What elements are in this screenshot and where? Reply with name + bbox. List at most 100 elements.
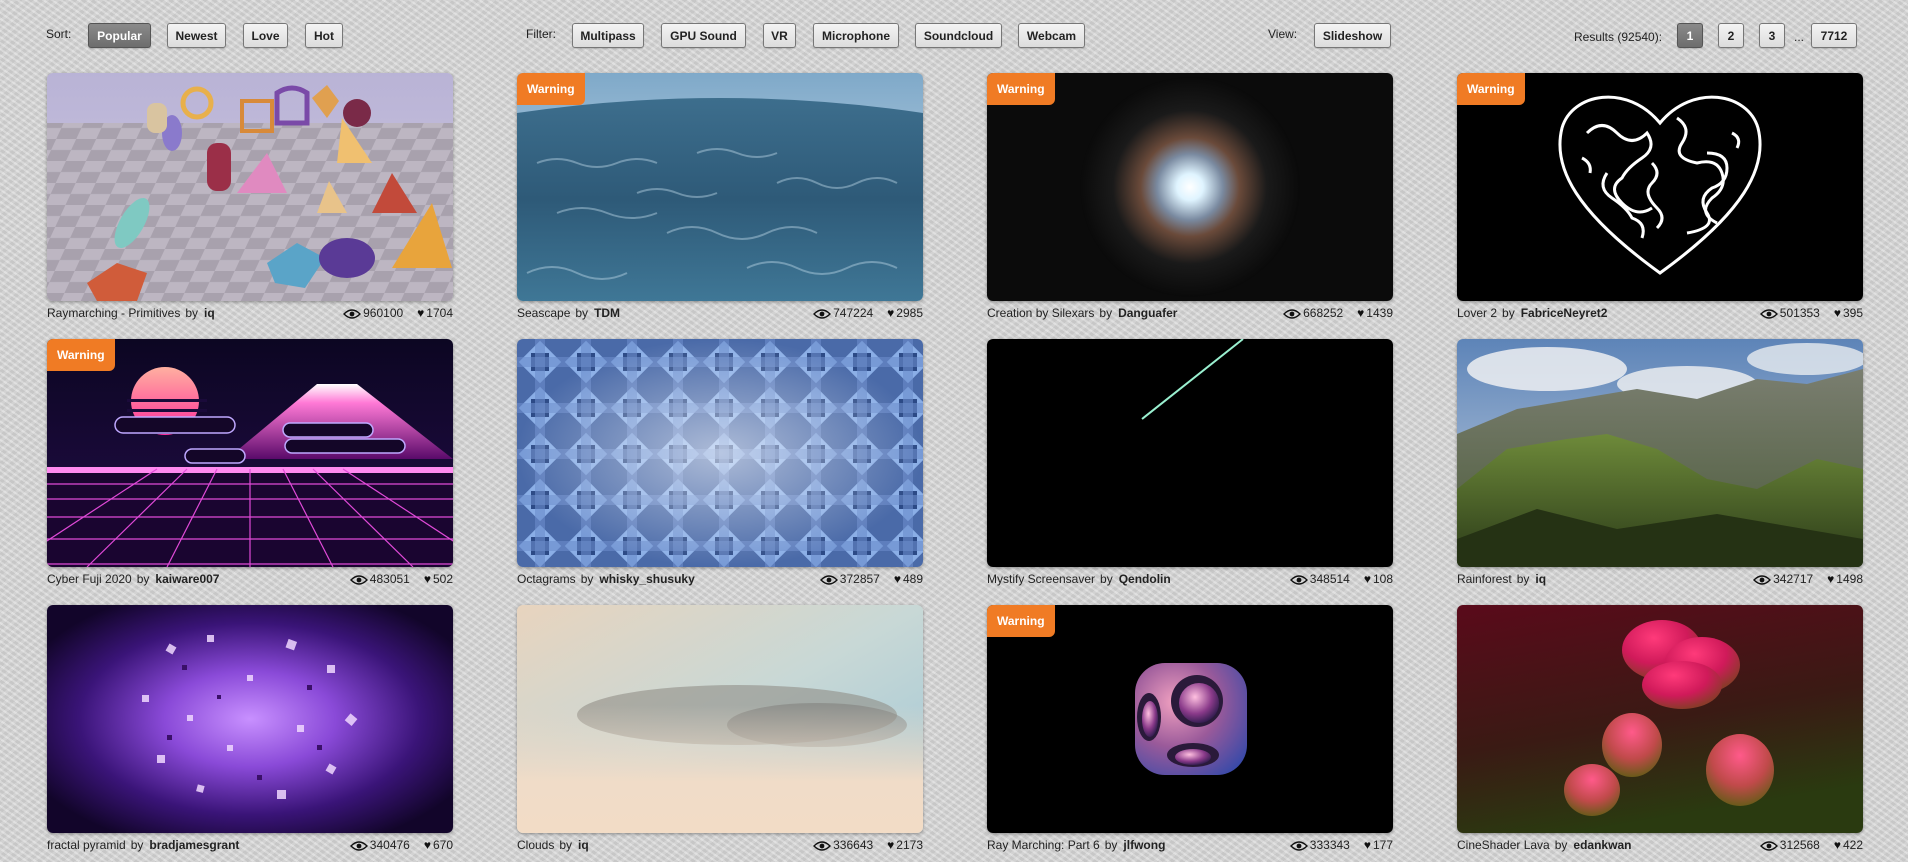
- by-label: by: [136, 572, 150, 586]
- view-count: 747224: [833, 306, 874, 320]
- shader-thumbnail[interactable]: [1457, 339, 1863, 567]
- filter-vr-button[interactable]: VR: [763, 23, 796, 48]
- heart-icon: ♥: [1363, 838, 1371, 852]
- warning-badge: Warning: [987, 73, 1055, 105]
- results-count: Results (92540):: [1574, 30, 1663, 44]
- shader-author[interactable]: FabriceNeyret2: [1521, 306, 1608, 320]
- shader-card-1[interactable]: Raymarching - Primitives by iq 960100 ♥ 17…: [47, 73, 453, 323]
- heart-icon: ♥: [423, 838, 431, 852]
- shader-title[interactable]: Lover 2: [1457, 306, 1497, 320]
- shader-thumbnail[interactable]: Warning: [987, 73, 1393, 301]
- shader-author[interactable]: iq: [204, 306, 215, 320]
- shader-card-4[interactable]: Warning Lover 2 by FabriceNeyret2 501353 ♥…: [1457, 73, 1863, 323]
- shader-meta: Raymarching - Primitives by iq 960100 ♥ 17…: [47, 303, 453, 323]
- shader-meta: Rainforest by iq 342717 ♥ 1498: [1457, 569, 1863, 589]
- filter-multipass-button[interactable]: Multipass: [572, 23, 644, 48]
- shader-thumbnail[interactable]: [47, 605, 453, 833]
- shader-thumbnail[interactable]: [517, 605, 923, 833]
- eye-icon: [1753, 574, 1772, 585]
- shader-thumbnail[interactable]: [47, 73, 453, 301]
- view-slideshow-button[interactable]: Slideshow: [1314, 23, 1391, 48]
- view-label: View:: [1268, 27, 1298, 41]
- page-last-button[interactable]: 7712: [1811, 23, 1857, 48]
- sort-newest-button[interactable]: Newest: [167, 23, 226, 48]
- shader-author[interactable]: Danguafer: [1118, 306, 1177, 320]
- shader-stats: 501353 ♥ 395: [1759, 306, 1863, 320]
- shader-title[interactable]: Octagrams: [517, 572, 576, 586]
- like-count: 1704: [426, 306, 453, 320]
- shader-title[interactable]: Seascape: [517, 306, 570, 320]
- shader-author[interactable]: kaiware007: [155, 572, 219, 586]
- page-1-button[interactable]: 1: [1677, 23, 1703, 48]
- page-3-button[interactable]: 3: [1759, 23, 1785, 48]
- thumbnail-image: [1457, 73, 1863, 301]
- shader-thumbnail[interactable]: Warning: [47, 339, 453, 567]
- shader-thumbnail[interactable]: [1457, 605, 1863, 833]
- by-label: by: [1554, 838, 1568, 852]
- shader-thumbnail[interactable]: Warning: [987, 605, 1393, 833]
- by-label: by: [1099, 306, 1113, 320]
- like-count: 395: [1842, 306, 1863, 320]
- shader-thumbnail[interactable]: Warning: [1457, 73, 1863, 301]
- shader-author[interactable]: whisky_shusuky: [599, 572, 694, 586]
- shader-card-11[interactable]: Warning Ray Marching: Part 6 by jlfwong 33…: [987, 605, 1393, 855]
- shader-card-8[interactable]: Rainforest by iq 342717 ♥ 1498: [1457, 339, 1863, 589]
- view-count: 333343: [1309, 838, 1350, 852]
- eye-icon: [1759, 840, 1778, 851]
- filter-label: Filter:: [526, 27, 556, 41]
- shader-title[interactable]: Clouds: [517, 838, 554, 852]
- like-count: 670: [432, 838, 453, 852]
- eye-icon: [1283, 308, 1302, 319]
- thumbnail-image: [987, 73, 1393, 301]
- thumbnail-image: [47, 605, 453, 833]
- shader-card-12[interactable]: CineShader Lava by edankwan 312568 ♥ 422: [1457, 605, 1863, 855]
- shader-author[interactable]: TDM: [594, 306, 620, 320]
- shader-title[interactable]: fractal pyramid: [47, 838, 126, 852]
- shader-author[interactable]: iq: [578, 838, 589, 852]
- like-count: 2173: [896, 838, 923, 852]
- shader-thumbnail[interactable]: Warning: [517, 73, 923, 301]
- like-count: 2985: [896, 306, 923, 320]
- shader-card-6[interactable]: Octagrams by whisky_shusuky 372857 ♥ 489: [517, 339, 923, 589]
- shader-meta: fractal pyramid by bradjamesgrant 340476 ♥…: [47, 835, 453, 855]
- filter-gpu-sound-button[interactable]: GPU Sound: [661, 23, 746, 48]
- shader-title[interactable]: Rainforest: [1457, 572, 1512, 586]
- filter-microphone-button[interactable]: Microphone: [813, 23, 899, 48]
- like-count: 1498: [1836, 572, 1863, 586]
- by-label: by: [559, 838, 573, 852]
- shader-author[interactable]: iq: [1535, 572, 1546, 586]
- shader-title[interactable]: Mystify Screensaver: [987, 572, 1095, 586]
- shader-thumbnail[interactable]: [517, 339, 923, 567]
- eye-icon: [819, 574, 838, 585]
- sort-popular-button[interactable]: Popular: [88, 23, 151, 48]
- like-count: 177: [1372, 838, 1393, 852]
- sort-love-button[interactable]: Love: [243, 23, 288, 48]
- page-2-button[interactable]: 2: [1718, 23, 1744, 48]
- shader-title[interactable]: Ray Marching: Part 6: [987, 838, 1100, 852]
- warning-badge: Warning: [987, 605, 1055, 637]
- shader-card-2[interactable]: Warning Seascape by TDM 747224 ♥ 2985: [517, 73, 923, 323]
- shader-title[interactable]: Creation by Silexars: [987, 306, 1094, 320]
- shader-author[interactable]: Qendolin: [1119, 572, 1171, 586]
- sort-hot-button[interactable]: Hot: [305, 23, 343, 48]
- warning-badge: Warning: [517, 73, 585, 105]
- filter-soundcloud-button[interactable]: Soundcloud: [915, 23, 1002, 48]
- shader-card-3[interactable]: Warning Creation by Silexars by Danguafer …: [987, 73, 1393, 323]
- shader-author[interactable]: jlfwong: [1123, 838, 1165, 852]
- filter-webcam-button[interactable]: Webcam: [1018, 23, 1085, 48]
- by-label: by: [1104, 838, 1118, 852]
- shader-card-7[interactable]: Mystify Screensaver by Qendolin 348514 ♥ 1…: [987, 339, 1393, 589]
- shader-author[interactable]: edankwan: [1573, 838, 1631, 852]
- shader-card-9[interactable]: fractal pyramid by bradjamesgrant 340476 ♥…: [47, 605, 453, 855]
- shader-title[interactable]: Raymarching - Primitives: [47, 306, 180, 320]
- shader-author[interactable]: bradjamesgrant: [149, 838, 239, 852]
- shader-title[interactable]: CineShader Lava: [1457, 838, 1550, 852]
- shader-meta: Clouds by iq 336643 ♥ 2173: [517, 835, 923, 855]
- like-count: 422: [1842, 838, 1863, 852]
- shader-card-10[interactable]: Clouds by iq 336643 ♥ 2173: [517, 605, 923, 855]
- shader-title[interactable]: Cyber Fuji 2020: [47, 572, 132, 586]
- shader-thumbnail[interactable]: [987, 339, 1393, 567]
- eye-icon: [343, 308, 362, 319]
- thumbnail-image: [987, 339, 1393, 567]
- shader-card-5[interactable]: Warning Cyber Fuji 2020 by kaiware007 4830…: [47, 339, 453, 589]
